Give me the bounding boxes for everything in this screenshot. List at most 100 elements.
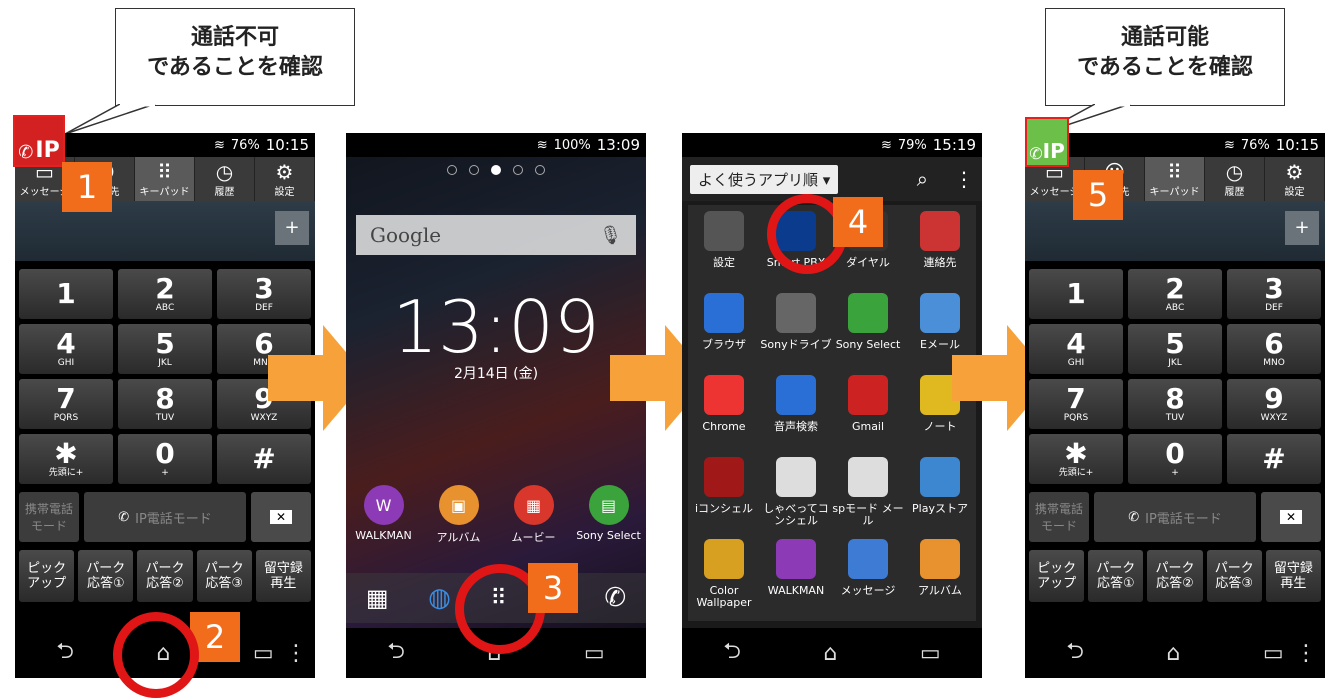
soft-key-1[interactable]: パーク 応答① (1088, 550, 1144, 602)
app-icon (704, 457, 744, 497)
home-icon[interactable]: ⌂ (823, 641, 837, 666)
sort-dropdown[interactable]: よく使うアプリ順 ▾ (690, 164, 839, 194)
app-album[interactable]: ▣ アルバム (424, 485, 494, 545)
key-digit: 8 (1165, 382, 1185, 415)
number-input[interactable]: + (15, 201, 315, 261)
tab-history[interactable]: ◷ 履歴 (195, 157, 255, 201)
mic-icon[interactable]: 🎙 (599, 225, 622, 246)
soft-key-4[interactable]: 留守録 再生 (1265, 550, 1322, 602)
callout-line2: であることを確認 (1077, 55, 1253, 80)
browser-icon[interactable]: ◍ (428, 583, 451, 613)
search-icon[interactable]: ⌕ (917, 167, 928, 191)
app-item[interactable]: 設定 (688, 211, 760, 293)
app-sony-select[interactable]: ▤ Sony Select (574, 485, 644, 545)
key-7[interactable]: 8 TUV (118, 379, 212, 429)
app-icon (704, 293, 744, 333)
home-icon[interactable]: ⌂ (1166, 641, 1180, 666)
ip-mode-button[interactable]: ✆ IP電話モード (1094, 492, 1256, 542)
soft-key-0[interactable]: ピック アップ (19, 550, 75, 602)
app-item[interactable]: WALKMAN (760, 539, 832, 621)
soft-key-0[interactable]: ピック アップ (1029, 550, 1085, 602)
backspace-button[interactable]: ✕ (1261, 492, 1321, 542)
add-contact-icon[interactable]: + (275, 211, 309, 245)
soft-key-2[interactable]: パーク 応答② (137, 550, 193, 602)
folder-icon[interactable]: ▦ (366, 584, 389, 612)
app-item[interactable]: 音声検索 (760, 375, 832, 457)
tab-settings[interactable]: ⚙ 設定 (1265, 157, 1325, 201)
app-item[interactable]: しゃべってコンシェル (760, 457, 832, 539)
key-9[interactable]: ✱ 先頭に+ (19, 434, 113, 484)
key-4[interactable]: 5 JKL (1128, 324, 1222, 374)
mobile-mode-button[interactable]: 携帯電話 モード (19, 492, 79, 542)
number-input[interactable]: + (1025, 201, 1325, 261)
recents-icon[interactable]: ▭ (253, 641, 274, 666)
app-item[interactable]: メッセージ (832, 539, 904, 621)
back-icon[interactable]: ⮌ (387, 634, 405, 672)
phone-icon[interactable]: ✆ (604, 583, 626, 613)
menu-icon[interactable]: ⋮ (954, 167, 974, 191)
key-1[interactable]: 2 ABC (118, 269, 212, 319)
tab-settings[interactable]: ⚙ 設定 (255, 157, 315, 201)
app-label: Chrome (702, 420, 746, 433)
app-item[interactable]: アルバム (904, 539, 976, 621)
app-item[interactable]: Chrome (688, 375, 760, 457)
app-movie[interactable]: ▦ ムービー (499, 485, 569, 545)
app-label: しゃべってコンシェル (763, 502, 829, 527)
soft-key-4[interactable]: 留守録 再生 (255, 550, 312, 602)
app-item[interactable]: iコンシェル (688, 457, 760, 539)
back-icon[interactable]: ⮌ (723, 634, 741, 672)
key-3[interactable]: 4 GHI (19, 324, 113, 374)
key-letters: DEF (255, 303, 273, 313)
key-6[interactable]: 7 PQRS (1029, 379, 1123, 429)
key-11[interactable]: # (1227, 434, 1321, 484)
soft-key-3[interactable]: パーク 応答③ (196, 550, 252, 602)
app-item[interactable]: Sonyドライブ (760, 293, 832, 375)
key-10[interactable]: 0 + (118, 434, 212, 484)
key-1[interactable]: 2 ABC (1128, 269, 1222, 319)
keypad-icon: ⠿ (1167, 159, 1182, 184)
key-8[interactable]: 9 WXYZ (1227, 379, 1321, 429)
menu-icon[interactable]: ⋮ (285, 641, 307, 666)
recents-icon[interactable]: ▭ (920, 641, 941, 666)
app-item[interactable]: Color Wallpaper (688, 539, 760, 621)
mobile-mode-button[interactable]: 携帯電話 モード (1029, 492, 1089, 542)
menu-icon[interactable]: ⋮ (1295, 641, 1317, 666)
app-item[interactable]: Gmail (832, 375, 904, 457)
app-item[interactable]: Sony Select (832, 293, 904, 375)
key-11[interactable]: # (217, 434, 311, 484)
recents-icon[interactable]: ▭ (584, 641, 605, 666)
key-10[interactable]: 0 + (1128, 434, 1222, 484)
app-item[interactable]: ブラウザ (688, 293, 760, 375)
key-9[interactable]: ✱ 先頭に+ (1029, 434, 1123, 484)
back-icon[interactable]: ⮌ (56, 634, 74, 672)
key-letters: GHI (1067, 358, 1085, 368)
app-walkman[interactable]: W WALKMAN (349, 485, 419, 545)
tab-keypad[interactable]: ⠿ キーパッド (135, 157, 195, 201)
google-search-bar[interactable]: Google 🎙 (356, 215, 636, 255)
backspace-button[interactable]: ✕ (251, 492, 311, 542)
clock-widget: 13:09 (392, 285, 600, 369)
soft-key-3[interactable]: パーク 応答③ (1206, 550, 1262, 602)
app-item[interactable]: Playストア (904, 457, 976, 539)
key-4[interactable]: 5 JKL (118, 324, 212, 374)
back-icon[interactable]: ⮌ (1066, 634, 1084, 672)
tab-keypad[interactable]: ⠿ キーパッド (1145, 157, 1205, 201)
soft-key-2[interactable]: パーク 応答② (1147, 550, 1203, 602)
recents-icon[interactable]: ▭ (1263, 641, 1284, 666)
soft-key-1[interactable]: パーク 応答① (78, 550, 134, 602)
add-contact-icon[interactable]: + (1285, 211, 1319, 245)
key-letters: + (161, 468, 169, 478)
app-label: Color Wallpaper (696, 584, 752, 609)
ip-mode-button[interactable]: ✆ IP電話モード (84, 492, 246, 542)
tab-history[interactable]: ◷ 履歴 (1205, 157, 1265, 201)
key-0[interactable]: 1 (1029, 269, 1123, 319)
key-0[interactable]: 1 (19, 269, 113, 319)
key-7[interactable]: 8 TUV (1128, 379, 1222, 429)
app-item[interactable]: spモード メール (832, 457, 904, 539)
key-3[interactable]: 4 GHI (1029, 324, 1123, 374)
key-6[interactable]: 7 PQRS (19, 379, 113, 429)
key-2[interactable]: 3 DEF (217, 269, 311, 319)
app-item[interactable]: 連絡先 (904, 211, 976, 293)
key-2[interactable]: 3 DEF (1227, 269, 1321, 319)
key-5[interactable]: 6 MNO (1227, 324, 1321, 374)
